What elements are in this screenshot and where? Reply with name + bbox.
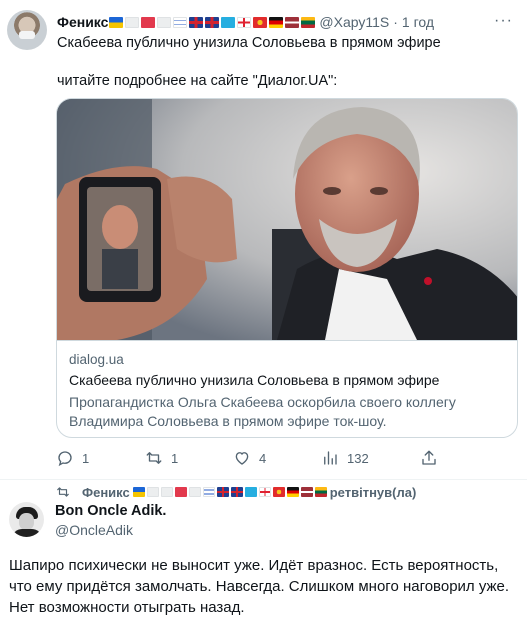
flag-gb-icon xyxy=(205,16,220,28)
flag-white-icon xyxy=(188,487,201,497)
like-button[interactable]: 4 xyxy=(233,446,266,470)
flag-kz-icon xyxy=(221,16,236,28)
retweeter-name[interactable]: Феникс xyxy=(82,485,130,500)
card-meta: dialog.ua Скабеева публично унизила Соло… xyxy=(57,340,517,437)
flag-white-icon xyxy=(146,487,159,497)
share-icon xyxy=(422,450,436,465)
flag-ge-icon xyxy=(258,487,271,497)
flag-white-icon xyxy=(125,16,140,28)
views-chart-icon xyxy=(324,451,337,465)
card-photo-illustration xyxy=(57,99,517,340)
heart-icon xyxy=(235,452,249,465)
reply-author-handle[interactable]: @OncleAdik xyxy=(55,522,133,538)
flag-ge-icon xyxy=(237,16,252,28)
card-title: Скабеева публично унизила Соловьева в пр… xyxy=(69,372,440,388)
retweet-button[interactable]: 1 xyxy=(145,446,178,470)
card-domain: dialog.ua xyxy=(69,352,124,367)
link-card[interactable]: dialog.ua Скабеева публично унизила Соло… xyxy=(56,98,518,438)
reply-author-name[interactable]: Bon Oncle Adik. xyxy=(55,503,166,519)
retweeted-label: ретвітнув(ла) xyxy=(329,484,417,500)
tweet: Феникс @Хару11S · 1 год ··· Скабеева пуб… xyxy=(0,0,527,480)
flag-de-icon xyxy=(286,487,299,497)
tweet-text-line2: читайте подробнее на сайте "Диалог.UA": xyxy=(57,73,338,89)
flag-il-icon xyxy=(173,16,188,28)
flag-white-icon xyxy=(160,487,173,497)
share-button[interactable] xyxy=(420,446,438,470)
flag-white-icon xyxy=(157,16,172,28)
more-options-icon[interactable]: ··· xyxy=(494,12,513,30)
tweet-text-line1: Скабеева публично унизила Соловьева в пр… xyxy=(57,35,441,51)
flag-gb-icon xyxy=(189,16,204,28)
reply-text: Шапиро психически не выносит уже. Идёт в… xyxy=(9,557,510,616)
flag-kz-icon xyxy=(244,487,257,497)
flag-de-icon xyxy=(269,16,284,28)
like-count: 4 xyxy=(259,450,267,466)
flag-lv-icon xyxy=(300,487,313,497)
reply-author-avatar[interactable] xyxy=(9,502,44,537)
flag-gb-icon xyxy=(230,487,243,497)
retweeter-flags xyxy=(132,487,327,497)
reply-button[interactable]: 1 xyxy=(56,446,89,470)
retweet-icon xyxy=(146,452,162,464)
flag-red-icon xyxy=(141,16,156,28)
views-button[interactable]: 132 xyxy=(321,446,369,470)
flag-lv-icon xyxy=(285,16,300,28)
card-image[interactable] xyxy=(57,99,517,340)
retweeted-by-bar[interactable]: Феникс ретвітнув(ла) xyxy=(56,484,416,500)
reply-icon xyxy=(58,451,72,467)
tweet-actions: 1 1 4 132 xyxy=(56,446,476,470)
card-description: Пропагандистка Ольга Скабеева оскорбила … xyxy=(69,394,456,429)
flag-gb-icon xyxy=(216,487,229,497)
separator: · xyxy=(393,14,398,30)
views-count: 132 xyxy=(347,450,369,466)
flag-lt-icon xyxy=(301,16,316,28)
author-avatar[interactable] xyxy=(7,10,47,50)
flag-il-icon xyxy=(202,487,215,497)
flag-ua-icon xyxy=(132,487,145,497)
flag-lt-icon xyxy=(314,487,327,497)
retweet-indicator-icon xyxy=(57,487,69,497)
author-name[interactable]: Феникс xyxy=(57,14,108,30)
tweet-header: Феникс @Хару11S · 1 год xyxy=(57,12,434,32)
reply-count: 1 xyxy=(82,450,90,466)
author-handle[interactable]: @Хару11S xyxy=(319,14,389,30)
flag-red-icon xyxy=(174,487,187,497)
flag-kg-icon xyxy=(272,487,285,497)
tweet-time[interactable]: 1 год xyxy=(402,14,434,30)
author-flags xyxy=(109,16,316,28)
retweet-count: 1 xyxy=(171,450,179,466)
flag-ua-icon xyxy=(109,16,124,28)
flag-kg-icon xyxy=(253,16,268,28)
